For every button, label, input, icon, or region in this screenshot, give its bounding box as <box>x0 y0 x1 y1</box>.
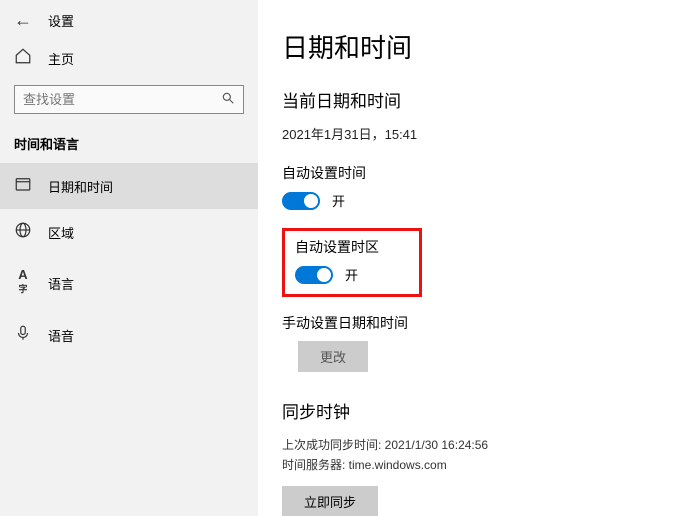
app-title: 设置 <box>48 11 74 30</box>
current-datetime-heading: 当前日期和时间 <box>282 87 682 112</box>
change-button[interactable]: 更改 <box>298 341 368 372</box>
manual-datetime-setting: 手动设置日期和时间 更改 <box>282 313 682 372</box>
sidebar: ← 设置 主页 时间和语言 日期和时间 <box>0 0 258 516</box>
auto-time-setting: 自动设置时间 开 <box>282 163 682 210</box>
nav-item-label: 语音 <box>48 326 74 345</box>
nav-item-label: 日期和时间 <box>48 177 113 196</box>
auto-time-label: 自动设置时间 <box>282 163 682 183</box>
nav-item-label: 语言 <box>48 274 74 293</box>
nav-item-label: 区域 <box>48 223 74 242</box>
nav-item-speech[interactable]: 语音 <box>0 312 258 358</box>
manual-datetime-label: 手动设置日期和时间 <box>282 313 682 333</box>
search-icon <box>221 91 235 108</box>
nav-home[interactable]: 主页 <box>0 39 258 77</box>
header-row: ← 设置 <box>0 0 258 39</box>
sync-now-button[interactable]: 立即同步 <box>282 486 378 516</box>
search-box[interactable] <box>14 85 244 114</box>
page-title: 日期和时间 <box>282 28 682 65</box>
back-arrow-icon[interactable]: ← <box>14 10 32 31</box>
time-server: 时间服务器: time.windows.com <box>282 455 682 475</box>
home-icon <box>14 47 32 69</box>
search-input[interactable] <box>23 92 221 107</box>
auto-timezone-highlight: 自动设置时区 开 <box>282 228 422 297</box>
sync-heading: 同步时钟 <box>282 398 682 423</box>
auto-time-toggle[interactable] <box>282 192 320 210</box>
home-label: 主页 <box>48 49 74 68</box>
nav-item-datetime[interactable]: 日期和时间 <box>0 163 258 209</box>
microphone-icon <box>14 324 32 346</box>
last-sync-time: 上次成功同步时间: 2021/1/30 16:24:56 <box>282 435 682 455</box>
auto-tz-state: 开 <box>345 265 358 284</box>
language-icon: A字 <box>14 267 32 300</box>
sync-info: 上次成功同步时间: 2021/1/30 16:24:56 时间服务器: time… <box>282 435 682 476</box>
auto-tz-toggle[interactable] <box>295 266 333 284</box>
nav-item-language[interactable]: A字 语言 <box>0 255 258 312</box>
nav-item-region[interactable]: 区域 <box>0 209 258 255</box>
category-label: 时间和语言 <box>0 128 258 163</box>
main-content: 日期和时间 当前日期和时间 2021年1月31日，15:41 自动设置时间 开 … <box>282 0 682 516</box>
auto-time-state: 开 <box>332 191 345 210</box>
globe-icon <box>14 221 32 243</box>
current-datetime-value: 2021年1月31日，15:41 <box>282 124 682 143</box>
auto-tz-label: 自动设置时区 <box>295 237 409 257</box>
clock-icon <box>14 175 32 197</box>
